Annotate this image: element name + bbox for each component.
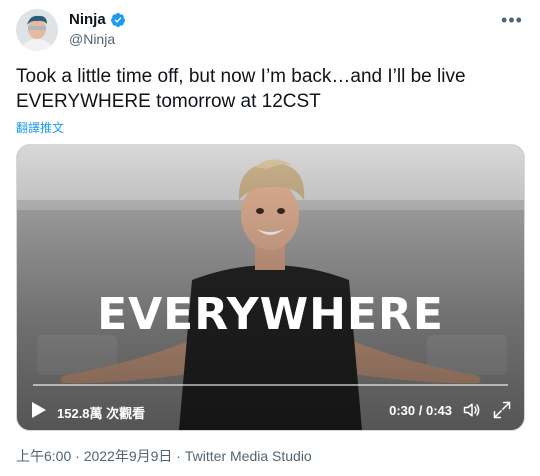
tweet-metadata: 上午6:00 · 2022年9月9日 · Twitter Media Studi… xyxy=(16,446,312,466)
video-overlay-text: EVERYWHERE xyxy=(97,289,444,340)
view-count: 152.8萬 次觀看 xyxy=(57,406,146,421)
play-icon[interactable] xyxy=(31,401,47,419)
avatar-image xyxy=(16,9,58,51)
tweet-source[interactable]: Twitter Media Studio xyxy=(185,448,312,464)
video-progress-bar[interactable] xyxy=(33,384,508,386)
video-time: 0:30 / 0:43 xyxy=(389,403,452,418)
verified-badge-icon xyxy=(110,12,125,27)
tweet-text: Took a little time off, but now I’m back… xyxy=(16,66,471,112)
author-name-row[interactable]: Ninja xyxy=(69,11,126,28)
video-frame xyxy=(17,145,524,430)
tweet-date[interactable]: 2022年9月9日 xyxy=(84,448,173,464)
video-controls: 152.8萬 次觀看 0:30 / 0:43 xyxy=(17,390,524,430)
more-icon: ••• xyxy=(501,10,523,30)
meta-separator-2: · xyxy=(172,448,185,464)
author-handle[interactable]: @Ninja xyxy=(69,31,115,47)
tweet-header: Ninja @Ninja ••• xyxy=(0,0,540,60)
volume-icon[interactable] xyxy=(462,400,482,420)
more-button[interactable]: ••• xyxy=(500,8,524,32)
fullscreen-icon[interactable] xyxy=(492,400,512,420)
video-player[interactable]: EVERYWHERE 152.8萬 次觀看 0:30 / 0:43 xyxy=(16,144,525,431)
tweet-time[interactable]: 上午6:00 xyxy=(16,448,71,464)
avatar[interactable] xyxy=(16,9,58,51)
translate-tweet-link[interactable]: 翻譯推文 xyxy=(16,119,64,136)
display-name[interactable]: Ninja xyxy=(69,11,106,28)
meta-separator: · xyxy=(71,448,84,464)
